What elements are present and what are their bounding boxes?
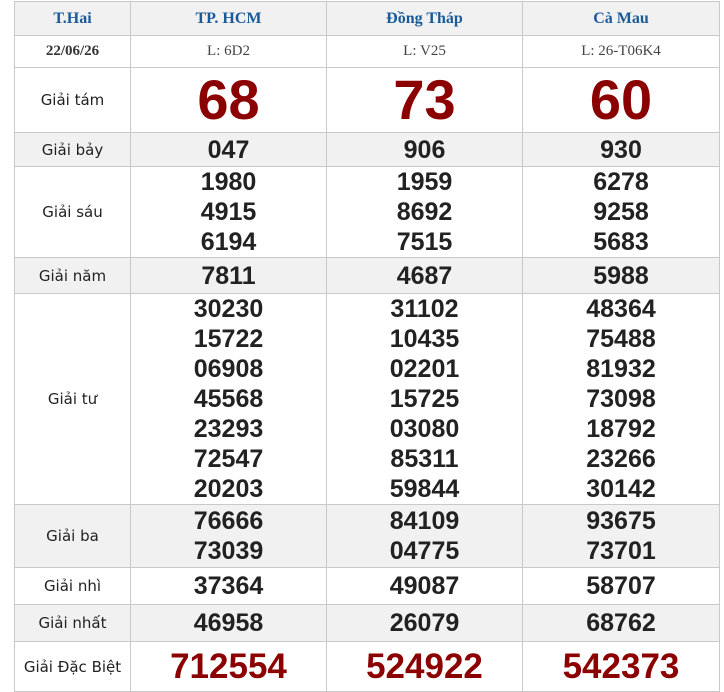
prize-number: 10435 bbox=[389, 325, 460, 353]
prize-number: 15725 bbox=[389, 385, 460, 413]
prize-number: 6194 bbox=[200, 228, 257, 256]
prize-label: Giải nhất bbox=[14, 604, 131, 642]
prize-number: 930 bbox=[600, 135, 642, 164]
prize-row-special: Giải Đặc Biệt 712554 524922 542373 bbox=[14, 641, 720, 692]
prize-number: 03080 bbox=[389, 415, 460, 443]
prize-number: 73039 bbox=[193, 537, 264, 565]
prize-number: 84109 bbox=[389, 507, 460, 535]
prize-number: 4687 bbox=[396, 261, 453, 290]
prize-row-g7: Giải bảy 047 906 930 bbox=[14, 132, 720, 167]
ticket-code-ca-mau: L: 26-T06K4 bbox=[522, 35, 720, 68]
special-prize-number: 712554 bbox=[170, 646, 287, 686]
prize-label: Giải ba bbox=[14, 504, 131, 568]
prize-row-g2: Giải nhì 37364 49087 58707 bbox=[14, 567, 720, 605]
prize-number: 06908 bbox=[193, 355, 264, 383]
prize-number: 02201 bbox=[389, 355, 460, 383]
prize-number: 23266 bbox=[586, 445, 656, 473]
header-row: T.Hai TP. HCM Đồng Tháp Cà Mau bbox=[14, 1, 720, 36]
prize-row-g1: Giải nhất 46958 26079 68762 bbox=[14, 604, 720, 642]
prize-number: 72547 bbox=[193, 445, 264, 473]
ticket-code-dong-thap: L: V25 bbox=[326, 35, 523, 68]
prize-number: 73 bbox=[393, 68, 456, 131]
prize-number: 81932 bbox=[586, 355, 656, 383]
province-name-ca-mau[interactable]: Cà Mau bbox=[522, 1, 720, 36]
prize-number: 7515 bbox=[396, 228, 453, 256]
prize-number: 68 bbox=[197, 68, 260, 131]
prize-number: 047 bbox=[207, 135, 250, 164]
prize-number: 26079 bbox=[389, 609, 460, 637]
prize-number: 31102 bbox=[390, 295, 459, 323]
prize-number: 68762 bbox=[586, 609, 656, 637]
ticket-code-hcm: L: 6D2 bbox=[130, 35, 327, 68]
prize-row-g3: Giải ba 76666 73039 84109 04775 93675 73… bbox=[14, 504, 720, 568]
day-of-week[interactable]: T.Hai bbox=[14, 1, 131, 36]
prize-number: 73701 bbox=[586, 537, 656, 565]
prize-row-g6: Giải sáu 1980 4915 6194 1959 8692 7515 6… bbox=[14, 166, 720, 258]
prize-row-g5: Giải năm 7811 4687 5988 bbox=[14, 257, 720, 294]
prize-number: 1959 bbox=[396, 168, 453, 196]
prize-label: Giải sáu bbox=[14, 166, 131, 258]
prize-row-g4: Giải tư 30230 15722 06908 45568 23293 72… bbox=[14, 293, 720, 505]
special-prize-number: 524922 bbox=[366, 646, 483, 686]
prize-number: 48364 bbox=[586, 295, 656, 323]
prize-number: 30230 bbox=[193, 295, 264, 323]
prize-number: 49087 bbox=[389, 572, 460, 600]
prize-number: 15722 bbox=[193, 325, 264, 353]
province-name-hcm[interactable]: TP. HCM bbox=[130, 1, 327, 36]
prize-number: 23293 bbox=[193, 415, 264, 443]
prize-number: 45568 bbox=[193, 385, 264, 413]
prize-number: 37364 bbox=[193, 572, 264, 600]
lottery-results-table: T.Hai TP. HCM Đồng Tháp Cà Mau 22/06/26 … bbox=[14, 1, 720, 692]
prize-number: 6278 bbox=[593, 168, 649, 196]
prize-number: 30142 bbox=[586, 475, 656, 503]
prize-number: 1980 bbox=[200, 168, 257, 196]
prize-number: 59844 bbox=[389, 475, 460, 503]
prize-number: 5988 bbox=[593, 261, 649, 290]
prize-label: Giải năm bbox=[14, 257, 131, 294]
prize-number: 9258 bbox=[593, 198, 649, 226]
prize-number: 76666 bbox=[193, 507, 264, 535]
prize-number: 58707 bbox=[586, 572, 656, 600]
prize-number: 20203 bbox=[193, 475, 264, 503]
prize-number: 93675 bbox=[586, 507, 656, 535]
prize-number: 906 bbox=[403, 135, 446, 164]
province-name-dong-thap[interactable]: Đồng Tháp bbox=[326, 1, 523, 36]
subheader-row: 22/06/26 L: 6D2 L: V25 L: 26-T06K4 bbox=[14, 35, 720, 68]
prize-number: 75488 bbox=[586, 325, 656, 353]
prize-number: 60 bbox=[589, 68, 653, 131]
prize-number: 04775 bbox=[389, 537, 460, 565]
prize-row-g8: Giải tám 68 73 60 bbox=[14, 67, 720, 133]
prize-number: 18792 bbox=[586, 415, 656, 443]
prize-number: 73098 bbox=[586, 385, 656, 413]
draw-date: 22/06/26 bbox=[14, 35, 131, 68]
prize-number: 7811 bbox=[201, 261, 256, 290]
prize-label: Giải tám bbox=[14, 67, 131, 133]
prize-label: Giải nhì bbox=[14, 567, 131, 605]
prize-number: 8692 bbox=[396, 198, 453, 226]
prize-label: Giải Đặc Biệt bbox=[14, 641, 131, 692]
prize-number: 5683 bbox=[593, 228, 649, 256]
prize-number: 46958 bbox=[193, 609, 264, 637]
prize-label: Giải bảy bbox=[14, 132, 131, 167]
special-prize-number: 542373 bbox=[562, 646, 680, 686]
prize-number: 4915 bbox=[200, 198, 257, 226]
prize-number: 85311 bbox=[390, 445, 459, 473]
prize-label: Giải tư bbox=[14, 293, 131, 505]
